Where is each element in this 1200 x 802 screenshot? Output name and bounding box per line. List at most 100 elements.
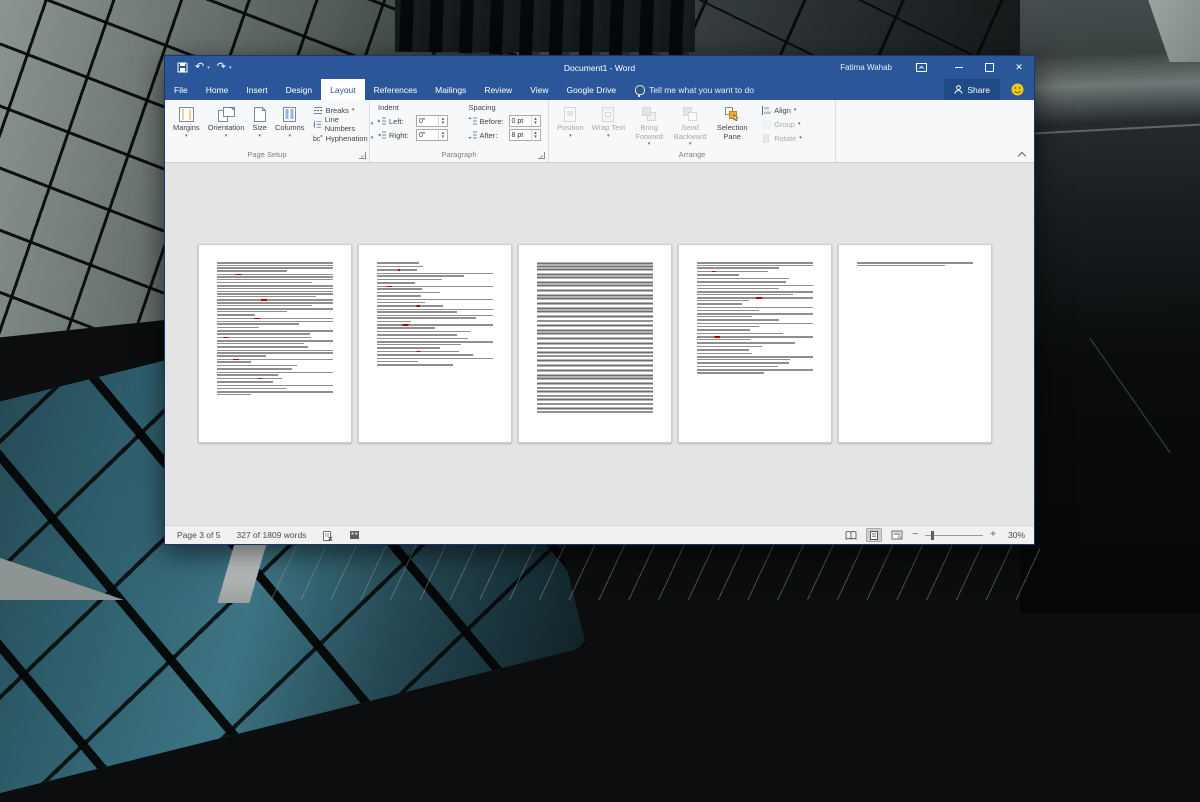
line-numbers-button[interactable]: Line Numbers▾ bbox=[311, 118, 376, 130]
text-line bbox=[217, 270, 287, 272]
collapse-ribbon-icon[interactable] bbox=[1018, 150, 1026, 158]
tab-google-drive[interactable]: Google Drive bbox=[557, 79, 625, 100]
page-thumbnail-4[interactable] bbox=[678, 244, 832, 443]
paragraph-lines bbox=[537, 342, 653, 345]
text-line bbox=[697, 319, 779, 321]
stepper-arrows-icon[interactable]: ▲▼ bbox=[531, 130, 540, 140]
tab-insert[interactable]: Insert bbox=[237, 79, 276, 100]
page-setup-dialog-launcher-icon[interactable] bbox=[359, 152, 366, 159]
paragraph-dialog-launcher-icon[interactable] bbox=[538, 152, 545, 159]
spacing-before-field[interactable]: 0 pt▲▼ bbox=[509, 115, 541, 127]
tab-layout[interactable]: Layout bbox=[321, 79, 365, 100]
zoom-out-icon[interactable]: − bbox=[912, 530, 918, 540]
indent-right-field[interactable]: 0"▲▼ bbox=[416, 129, 448, 141]
spacing-header: Spacing bbox=[469, 103, 541, 112]
spacing-after-label: After: bbox=[480, 131, 506, 140]
zoom-slider[interactable] bbox=[925, 535, 983, 536]
rotate-icon bbox=[761, 134, 771, 143]
tab-home[interactable]: Home bbox=[197, 79, 238, 100]
page-indicator[interactable]: Page 3 of 5 bbox=[169, 530, 228, 540]
selection-pane-button[interactable]: Selection Pane bbox=[712, 103, 752, 142]
redo-icon[interactable]: ↷ bbox=[217, 62, 226, 73]
web-layout-button[interactable] bbox=[889, 528, 905, 542]
paragraph-lines bbox=[217, 391, 333, 395]
dropdown-caret-icon: ▾ bbox=[794, 107, 797, 113]
text-line bbox=[377, 295, 421, 297]
undo-caret-icon[interactable]: ▾ bbox=[207, 65, 210, 71]
zoom-percentage[interactable]: 30% bbox=[1003, 530, 1025, 540]
tab-mailings[interactable]: Mailings bbox=[426, 79, 475, 100]
close-button[interactable]: ✕ bbox=[1004, 56, 1034, 79]
zoom-in-icon[interactable]: + bbox=[990, 530, 996, 540]
paragraph-lines bbox=[697, 349, 813, 351]
ribbon-display-options-icon[interactable] bbox=[906, 56, 936, 79]
orientation-button[interactable]: Orientation▾ bbox=[205, 103, 248, 140]
maximize-button[interactable] bbox=[974, 56, 1004, 79]
text-line bbox=[217, 368, 292, 370]
page-thumbnail-2[interactable] bbox=[358, 244, 512, 443]
paragraph-lines bbox=[377, 269, 493, 271]
print-layout-button[interactable] bbox=[866, 528, 882, 542]
columns-button[interactable]: Columns▾ bbox=[272, 103, 308, 140]
proofing-errors-icon[interactable] bbox=[314, 530, 341, 541]
word-count[interactable]: 327 of 1809 words bbox=[228, 530, 314, 540]
paragraph-lines bbox=[537, 281, 653, 287]
selected-text-line bbox=[537, 377, 653, 380]
tab-design[interactable]: Design bbox=[277, 79, 321, 100]
minimize-button[interactable] bbox=[944, 56, 974, 79]
share-label: Share bbox=[967, 85, 990, 95]
page-thumbnail-3[interactable] bbox=[518, 244, 672, 443]
selected-text-line bbox=[537, 364, 653, 367]
tab-file[interactable]: File bbox=[165, 79, 197, 100]
title-bar: ↶▾ ↷ ▾ Document1 - Word Fatima Wahab ✕ bbox=[165, 56, 1034, 79]
undo-icon[interactable]: ↶ bbox=[195, 62, 204, 73]
rotate-button[interactable]: Rotate▾ bbox=[759, 132, 804, 144]
paragraph-lines bbox=[377, 324, 493, 328]
stepper-arrows-icon[interactable]: ▲▼ bbox=[438, 116, 447, 126]
line-numbers-icon bbox=[313, 120, 322, 129]
tab-references[interactable]: References bbox=[365, 79, 426, 100]
share-button[interactable]: Share bbox=[944, 79, 1000, 100]
page-thumbnail-5[interactable] bbox=[838, 244, 992, 443]
macro-icon[interactable] bbox=[341, 530, 368, 540]
read-mode-button[interactable] bbox=[843, 528, 859, 542]
margins-button[interactable]: Margins▾ bbox=[170, 103, 203, 140]
paragraph-lines bbox=[217, 368, 333, 370]
align-button[interactable]: Align▾ bbox=[759, 104, 804, 116]
paragraph-lines bbox=[537, 307, 653, 313]
save-icon[interactable] bbox=[177, 62, 188, 73]
selected-text-line bbox=[537, 390, 653, 393]
send-backward-button[interactable]: Send Backward▾ bbox=[670, 103, 710, 148]
page-thumbnail-1[interactable] bbox=[198, 244, 352, 443]
paragraph-lines bbox=[537, 369, 653, 372]
dropdown-caret-icon: ▾ bbox=[648, 142, 651, 147]
paragraph-lines bbox=[377, 331, 493, 333]
feedback-smiley-icon[interactable] bbox=[1000, 79, 1034, 100]
size-button[interactable]: Size▾ bbox=[249, 103, 270, 140]
paragraph-lines bbox=[697, 342, 813, 344]
text-line bbox=[697, 300, 749, 302]
spacing-after-field[interactable]: 8 pt▲▼ bbox=[509, 129, 541, 141]
group-button[interactable]: Group▾ bbox=[759, 118, 804, 130]
text-line bbox=[697, 369, 813, 371]
tell-me-box[interactable]: Tell me what you want to do bbox=[635, 79, 754, 100]
text-line bbox=[217, 391, 333, 393]
text-line bbox=[377, 317, 476, 319]
stepper-arrows-icon[interactable]: ▲▼ bbox=[531, 116, 540, 126]
group-label-arrange: Arrange bbox=[549, 149, 835, 162]
wrap-text-button[interactable]: Wrap Text▾ bbox=[589, 103, 629, 140]
zoom-slider-thumb[interactable] bbox=[931, 531, 934, 540]
bring-forward-button[interactable]: Bring Forward▾ bbox=[630, 103, 668, 148]
stepper-arrows-icon[interactable]: ▲▼ bbox=[438, 130, 447, 140]
paragraph-lines bbox=[537, 395, 653, 401]
customize-qat-icon[interactable]: ▾ bbox=[229, 65, 232, 71]
signed-in-user[interactable]: Fatima Wahab bbox=[840, 63, 892, 72]
indent-left-field[interactable]: 0"▲▼ bbox=[416, 115, 448, 127]
tab-view[interactable]: View bbox=[521, 79, 557, 100]
dropdown-caret-icon: ▾ bbox=[258, 134, 261, 139]
document-canvas[interactable] bbox=[165, 163, 1034, 525]
position-button[interactable]: Position▾ bbox=[554, 103, 587, 140]
tab-review[interactable]: Review bbox=[475, 79, 521, 100]
group-paragraph: Indent Left: 0"▲▼ Right: 0"▲▼ Spacing bbox=[370, 100, 549, 162]
hyphenation-button[interactable]: bc Hyphenation▾ bbox=[311, 132, 376, 144]
